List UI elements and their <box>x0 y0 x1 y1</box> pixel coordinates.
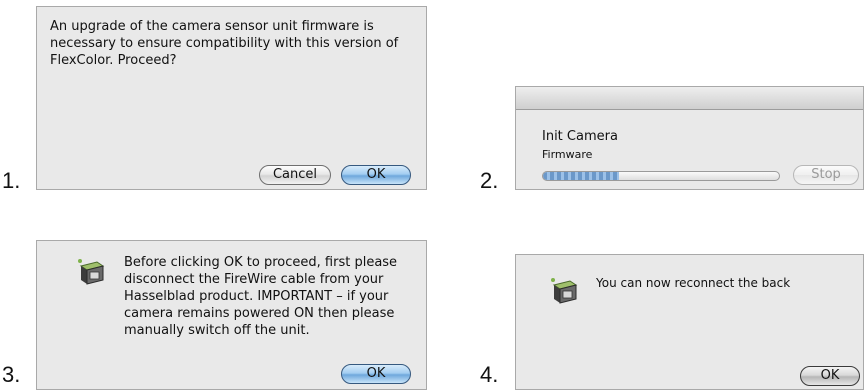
window-titlebar[interactable] <box>516 87 863 110</box>
step-3-number: 3. <box>2 362 21 387</box>
step-1-number: 1. <box>2 168 21 193</box>
init-camera-window: Init Camera Firmware Stop <box>515 86 864 190</box>
ok-button[interactable]: OK <box>800 366 860 386</box>
disconnect-message: Before clicking OK to proceed, first ple… <box>124 255 398 338</box>
stop-button[interactable]: Stop <box>793 165 859 185</box>
init-camera-title: Init Camera <box>542 129 618 144</box>
firmware-progress-bar <box>542 171 780 181</box>
disconnect-firewire-dialog: Before clicking OK to proceed, first ple… <box>36 240 427 390</box>
firmware-subtitle: Firmware <box>542 148 593 161</box>
reconnect-back-dialog: You can now reconnect the back OK <box>515 254 864 390</box>
firmware-progress-fill <box>543 172 619 180</box>
step-4-number: 4. <box>480 362 499 387</box>
reconnect-message: You can now reconnect the back <box>596 276 791 290</box>
cancel-button[interactable]: Cancel <box>259 165 331 185</box>
ok-button[interactable]: OK <box>341 364 411 384</box>
firmware-upgrade-message: An upgrade of the camera sensor unit fir… <box>50 19 399 68</box>
firmware-upgrade-dialog: An upgrade of the camera sensor unit fir… <box>36 6 427 190</box>
flexcolor-camera-icon <box>551 278 578 304</box>
flexcolor-camera-icon <box>78 259 105 285</box>
ok-button[interactable]: OK <box>341 165 411 185</box>
step-2-number: 2. <box>480 168 499 193</box>
